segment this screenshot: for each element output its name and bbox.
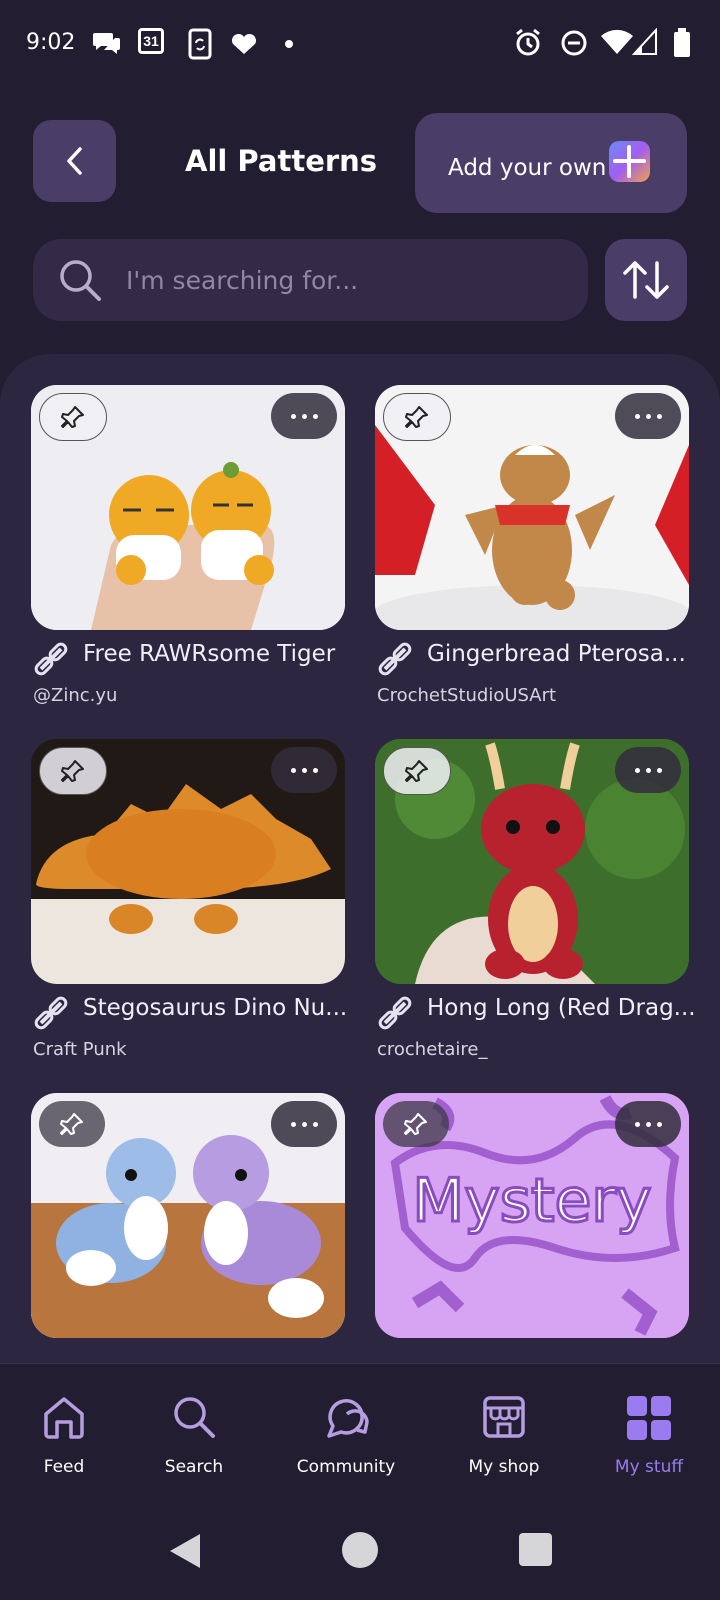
pattern-author: @Zinc.yu: [33, 685, 118, 706]
calendar-icon: 31: [138, 28, 164, 54]
pattern-caption: Hong Long (Red Drag...: [375, 995, 695, 1031]
sparkle-plus-icon: [609, 141, 650, 182]
more-options-button[interactable]: [615, 747, 681, 793]
pattern-author: CrochetStudioUSArt: [377, 685, 557, 706]
sort-icon: [623, 261, 669, 299]
nav-label: Community: [296, 1457, 396, 1477]
chevron-left-icon: [66, 147, 82, 175]
link-icon: [378, 642, 412, 676]
pattern-thumbnail[interactable]: [31, 385, 345, 630]
pin-icon: [405, 406, 428, 428]
pattern-thumbnail[interactable]: Mystery: [375, 1093, 689, 1338]
pattern-thumbnail[interactable]: [31, 739, 345, 984]
pin-icon: [404, 1113, 427, 1135]
pin-button[interactable]: [383, 393, 451, 441]
pattern-caption: Free RAWRsome Tiger: [31, 641, 351, 677]
nav-search[interactable]: Search: [140, 1364, 248, 1502]
add-your-own-label: Add your own: [448, 155, 607, 181]
pattern-caption: Stegosaurus Dino Nu...: [31, 995, 351, 1031]
link-icon: [378, 996, 412, 1030]
bottom-nav: Feed Search Community My shop My stuff: [0, 1363, 720, 1502]
link-icon: [34, 996, 68, 1030]
link-icon: [34, 642, 68, 676]
pattern-title: Hong Long (Red Drag...: [427, 995, 695, 1021]
signal-icon: [632, 28, 657, 55]
search-input[interactable]: I'm searching for...: [33, 239, 588, 321]
more-options-button[interactable]: [271, 747, 337, 793]
system-navigation-bar: [0, 1501, 720, 1600]
pattern-title: Free RAWRsome Tiger: [83, 641, 336, 667]
pattern-title: Stegosaurus Dino Nu...: [83, 995, 348, 1021]
more-options-button[interactable]: [271, 1101, 337, 1147]
messages-icon: [93, 33, 120, 54]
pin-button[interactable]: [39, 1101, 105, 1147]
pin-button[interactable]: [39, 393, 107, 441]
nav-label: Search: [164, 1457, 224, 1477]
chat-icon: [327, 1399, 369, 1438]
pin-button[interactable]: [39, 747, 107, 795]
more-options-button[interactable]: [271, 393, 337, 439]
nav-label: Feed: [43, 1457, 85, 1477]
add-your-own-button[interactable]: Add your own: [415, 113, 687, 213]
patterns-panel: Free RAWRsome Tiger @Zinc.yu Gingerbread…: [0, 354, 720, 1364]
pattern-title: Gingerbread Pterosa...: [427, 641, 686, 667]
page-title: All Patterns: [185, 144, 378, 178]
alarm-icon: [516, 28, 540, 56]
status-bar: 9:02 31: [0, 0, 720, 92]
pin-button[interactable]: [383, 1101, 449, 1147]
pin-icon: [405, 760, 428, 782]
heart-icon: [231, 33, 257, 54]
pattern-thumbnail[interactable]: [375, 739, 689, 984]
pattern-thumbnail[interactable]: [375, 385, 689, 630]
nav-feed[interactable]: Feed: [10, 1364, 118, 1502]
pattern-author: Craft Punk: [33, 1039, 127, 1060]
wifi-icon: [601, 29, 633, 54]
search-icon: [60, 260, 101, 301]
pattern-author: crochetaire_: [377, 1039, 488, 1060]
nav-my-shop[interactable]: My shop: [450, 1364, 558, 1502]
grid-icon: [627, 1396, 671, 1440]
sort-button[interactable]: [605, 239, 687, 321]
more-options-button[interactable]: [615, 393, 681, 439]
back-button[interactable]: [33, 120, 116, 202]
dot-icon: [285, 40, 293, 48]
pin-icon: [61, 760, 84, 782]
shop-icon: [483, 1396, 525, 1438]
search-placeholder: I'm searching for...: [126, 266, 359, 295]
pin-icon: [61, 406, 84, 428]
pattern-thumbnail[interactable]: [31, 1093, 345, 1338]
phone-sync-icon: [188, 28, 212, 60]
status-time: 9:02: [26, 30, 76, 55]
system-recents-icon[interactable]: [519, 1533, 552, 1566]
system-back-icon[interactable]: [166, 1532, 202, 1570]
mystery-label: Mystery: [412, 1166, 651, 1236]
more-options-button[interactable]: [615, 1101, 681, 1147]
nav-community[interactable]: Community: [280, 1364, 412, 1502]
pattern-caption: Gingerbread Pterosa...: [375, 641, 695, 677]
home-icon: [44, 1397, 84, 1439]
battery-icon: [674, 28, 690, 57]
pin-button[interactable]: [383, 747, 451, 795]
pin-icon: [60, 1113, 83, 1135]
dnd-icon: [561, 30, 587, 56]
nav-label: My shop: [468, 1457, 540, 1477]
search-icon: [174, 1397, 215, 1438]
nav-my-stuff[interactable]: My stuff: [593, 1364, 705, 1502]
system-home-icon[interactable]: [342, 1532, 378, 1568]
nav-label: My stuff: [614, 1457, 684, 1477]
